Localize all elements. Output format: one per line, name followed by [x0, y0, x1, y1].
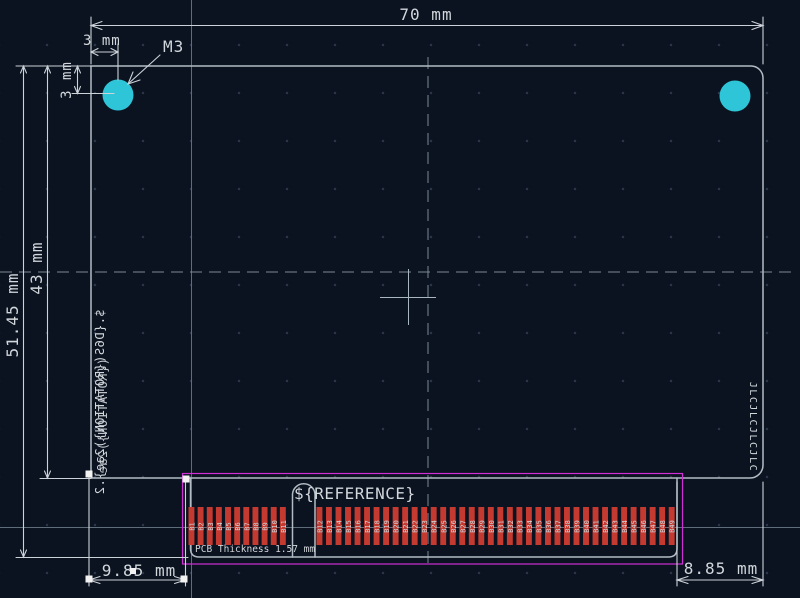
pcb-thickness-text[interactable]: PCB Thickness 1.57 mm: [195, 544, 315, 555]
dimension-hole-dy[interactable]: 3 mm: [16, 61, 114, 99]
connector-pad-label: B49: [669, 520, 677, 533]
connector-pad-label: B43: [612, 520, 620, 533]
pcb-canvas-svg: B1B2B3B4B5B6B7B8B9B10B11B12B13B14B15B16B…: [0, 0, 800, 598]
connector-pad-label: B22: [412, 520, 420, 533]
dimension-body-height-label: 43 mm: [27, 241, 46, 294]
connector-pad-label: B10: [271, 520, 279, 533]
connector-pad-label: B42: [602, 520, 610, 533]
dimension-tab-offset-right-label: 8.85 mm: [684, 559, 758, 578]
edge-text-right[interactable]: JLCJLCJLCJLC: [747, 382, 758, 472]
connector-pad-label: B7: [243, 522, 251, 530]
connector-pad-label: B30: [488, 520, 496, 533]
connector-pad-label: B45: [631, 520, 639, 533]
selection-handle[interactable]: [130, 568, 136, 574]
connector-pads: B1B2B3B4B5B6B7B8B9B10B11B12B13B14B15B16B…: [189, 507, 677, 545]
connector-pad-label: B4: [216, 522, 224, 530]
connector-pad-label: B48: [659, 520, 667, 533]
reference-text[interactable]: ${REFERENCE}: [294, 484, 416, 503]
connector-pad-label: B25: [440, 520, 448, 533]
pcb-editor-canvas[interactable]: B1B2B3B4B5B6B7B8B9B10B11B12B13B14B15B16B…: [0, 0, 800, 598]
connector-pad-label: B31: [497, 520, 505, 533]
connector-pad-label: B47: [650, 520, 658, 533]
connector-pad-label: B44: [621, 520, 629, 533]
connector-pad-label: B24: [431, 520, 439, 533]
dimension-overall-height-label: 51.45 mm: [3, 272, 22, 357]
connector-pad-label: B27: [459, 520, 467, 533]
connector-pad-label: B19: [383, 520, 391, 533]
connector-pad-label: B23: [421, 520, 429, 533]
connector-pad-label: B20: [393, 520, 401, 533]
connector-pad-label: B15: [345, 520, 353, 533]
hole-callout-m3[interactable]: M3: [128, 37, 184, 84]
dimension-top-width-label: 70 mm: [399, 5, 452, 24]
dimension-hole-dx-label: 3 mm: [83, 33, 121, 49]
mirrored-field-text[interactable]: ({ROTATION})2ae $.{D6S({ROTATION})2ae}.2: [93, 309, 110, 494]
connector-pad-label: B12: [317, 520, 325, 533]
connector-pad-label: B8: [252, 522, 260, 530]
connector-pad-label: B28: [469, 520, 477, 533]
connector-pad-label: B33: [516, 520, 524, 533]
connector-pad-label: B6: [234, 522, 242, 530]
mounting-hole-right[interactable]: [720, 81, 751, 112]
connector-pad-label: B14: [336, 520, 344, 533]
selection-handle[interactable]: [183, 476, 190, 483]
connector-pad-label: B17: [364, 520, 372, 533]
dimension-hole-dx[interactable]: 3 mm: [83, 33, 121, 80]
selection-handle[interactable]: [181, 576, 188, 583]
connector-pad-label: B46: [640, 520, 648, 533]
connector-pad-label: B29: [478, 520, 486, 533]
hole-callout-m3-label: M3: [163, 37, 184, 56]
connector-pad-label: B35: [535, 520, 543, 533]
connector-pad-label: B32: [507, 520, 515, 533]
connector-pad-label: B39: [574, 520, 582, 533]
dimension-hole-dy-label: 3 mm: [59, 61, 75, 99]
connector-pad-label: B37: [555, 520, 563, 533]
selection-handle[interactable]: [86, 471, 93, 478]
connector-pad-label: B3: [207, 522, 215, 530]
connector-pad-label: B40: [583, 520, 591, 533]
connector-pad-label: B18: [374, 520, 382, 533]
selection-handle[interactable]: [86, 576, 93, 583]
connector-pad-label: B2: [198, 522, 206, 530]
connector-pad-label: B13: [326, 520, 334, 533]
mirrored-field-text-yellow: $.{D6S({ROTATION})2ae}.2: [93, 309, 107, 494]
connector-pad-label: B38: [564, 520, 572, 533]
connector-pad-label: B11: [280, 520, 288, 533]
connector-pad-label: B16: [355, 520, 363, 533]
connector-pad-label: B36: [545, 520, 553, 533]
connector-pad-label: B41: [593, 520, 601, 533]
connector-pad-label: B5: [225, 522, 233, 530]
connector-pad-label: B1: [189, 522, 197, 530]
connector-pad-label: B9: [262, 522, 270, 530]
connector-pad-label: B34: [526, 520, 534, 533]
connector-pad-label: B21: [402, 520, 410, 533]
dimension-tab-offset-left-label: 9.85 mm: [102, 561, 176, 580]
connector-pad-label: B26: [450, 520, 458, 533]
dimension-tab-offset-right[interactable]: 8.85 mm: [677, 482, 763, 586]
